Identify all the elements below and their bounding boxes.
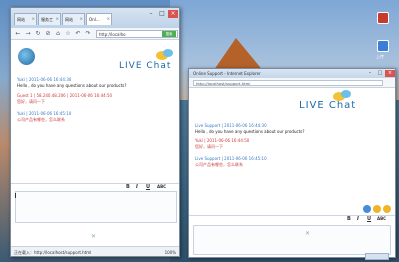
back-dropdown-icon[interactable]: ↶: [74, 30, 82, 38]
minimize-button[interactable]: –: [146, 10, 156, 18]
url-field[interactable]: http://localhost/support.html: [193, 80, 383, 86]
desktop-icon-label: 上传: [376, 54, 384, 59]
message-input[interactable]: [193, 225, 391, 255]
underline-button[interactable]: U: [367, 216, 371, 222]
window-title: Online Support - Internet Explorer: [193, 71, 261, 76]
underline-button[interactable]: U: [146, 184, 150, 190]
attach-icon[interactable]: [383, 205, 391, 213]
address-bar[interactable]: http://localho 搜索: [96, 30, 178, 38]
live-chat-logo: LIVE Chat: [299, 100, 357, 111]
italic-button[interactable]: I: [357, 216, 359, 222]
font-button[interactable]: ABC: [377, 216, 386, 221]
desktop-icon[interactable]: [377, 40, 389, 52]
tab-label: 服务工: [41, 17, 53, 22]
nav-toolbar: ← → ↻ ⊘ ⌂ ☆ ↶ ↷ http://localho 搜索: [11, 28, 179, 40]
desktop-icon[interactable]: [377, 12, 389, 24]
close-tab-icon[interactable]: ×: [56, 16, 59, 21]
browser-tab[interactable]: 服务工 ×: [38, 13, 61, 25]
window-titlebar: Online Support - Internet Explorer – □ ×: [189, 69, 395, 78]
globe-logo-icon: [18, 48, 35, 65]
maximize-button[interactable]: □: [157, 10, 167, 18]
support-window: Online Support - Internet Explorer – □ ×…: [188, 68, 396, 260]
tab-label: Onl...: [89, 17, 100, 22]
home-icon[interactable]: ⌂: [54, 30, 62, 38]
emoji-icon[interactable]: [363, 205, 371, 213]
bold-button[interactable]: B: [347, 216, 351, 222]
chat-message-meta: Guest 1 | 58.240.48.206 | 2011-06-06 16:…: [17, 93, 113, 98]
chat-bubble-icon: [341, 90, 351, 98]
bold-button[interactable]: B: [126, 184, 130, 190]
close-tab-icon[interactable]: ×: [107, 16, 110, 21]
tab-label: 网站: [65, 17, 73, 22]
close-tab-icon[interactable]: ×: [32, 16, 35, 21]
cross-icon: ✕: [91, 233, 97, 240]
tab-bar: 网站 × 服务工 × 网站 × Onl... × – □ ×: [11, 8, 179, 28]
browser-tab[interactable]: 网站 ×: [62, 13, 85, 25]
divider: [189, 215, 395, 216]
chat-message-meta: Live Support | 2011-06-06 16:44:30: [195, 123, 267, 128]
close-window-button[interactable]: ×: [168, 10, 178, 18]
chat-message: 公司产品有哪些，怎么联系: [17, 117, 65, 122]
reload-icon[interactable]: ↻: [34, 30, 42, 38]
chat-message: 您好，请问一下: [195, 144, 223, 149]
forward-dropdown-icon[interactable]: ↷: [84, 30, 92, 38]
status-text: 正在载入：http://localhost/support.html: [14, 250, 92, 255]
minimize-button[interactable]: –: [365, 70, 375, 77]
zoom-level[interactable]: 100%: [165, 250, 176, 255]
divider: [11, 183, 179, 184]
browser-tab[interactable]: 网站 ×: [14, 13, 37, 25]
chat-message: Hello , do you have any questions about …: [195, 129, 305, 134]
status-bar: 正在载入：http://localhost/support.html 100%: [11, 246, 179, 256]
forward-icon[interactable]: →: [24, 30, 32, 38]
chat-bubble-icon: [163, 49, 173, 57]
live-chat-logo: LIVE Chat: [119, 61, 172, 71]
chat-message-meta: Yuki | 2011-06-06 16:45:10: [17, 111, 72, 116]
send-button[interactable]: [365, 253, 389, 260]
chat-message-meta: Yuki | 2011-06-06 16:44:50: [195, 138, 250, 143]
text-caret: [15, 193, 16, 198]
support-content: LIVE Chat Live Support | 2011-06-06 16:4…: [189, 88, 395, 260]
chat-message-meta: Yuki | 2011-06-06 16:44:30: [17, 77, 72, 82]
cross-icon: ✕: [305, 230, 311, 237]
chat-message: 您好，请问一下: [17, 99, 45, 104]
back-icon[interactable]: ←: [14, 30, 22, 38]
italic-button[interactable]: I: [136, 184, 138, 190]
font-button[interactable]: ABC: [157, 184, 166, 189]
close-tab-icon[interactable]: ×: [80, 16, 83, 21]
close-window-button[interactable]: ×: [385, 70, 395, 77]
url-text: http://localhost/support.html: [196, 81, 251, 86]
stop-icon[interactable]: ⊘: [44, 30, 52, 38]
go-button[interactable]: 搜索: [162, 31, 176, 37]
browser-window: 网站 × 服务工 × 网站 × Onl... × – □ × ← → ↻ ⊘ ⌂ ☆ ↶…: [10, 7, 180, 257]
address-text: http://localho: [99, 32, 126, 37]
message-input[interactable]: [15, 191, 177, 223]
chat-page: LIVE Chat Yuki | 2011-06-06 16:44:30 Hel…: [11, 41, 179, 248]
tab-label: 网站: [17, 17, 25, 22]
chat-message: Hello , do you have any questions about …: [17, 83, 127, 88]
chat-message-meta: Live Support | 2011-06-06 16:45:10: [195, 156, 267, 161]
browser-tab-active[interactable]: Onl... ×: [86, 13, 112, 25]
url-bar: http://localhost/support.html: [189, 78, 395, 88]
chat-message: 公司产品有哪些，怎么联系: [195, 162, 243, 167]
maximize-button[interactable]: □: [375, 70, 385, 77]
star-icon[interactable]: ☆: [64, 30, 72, 38]
smile-icon[interactable]: [373, 205, 381, 213]
